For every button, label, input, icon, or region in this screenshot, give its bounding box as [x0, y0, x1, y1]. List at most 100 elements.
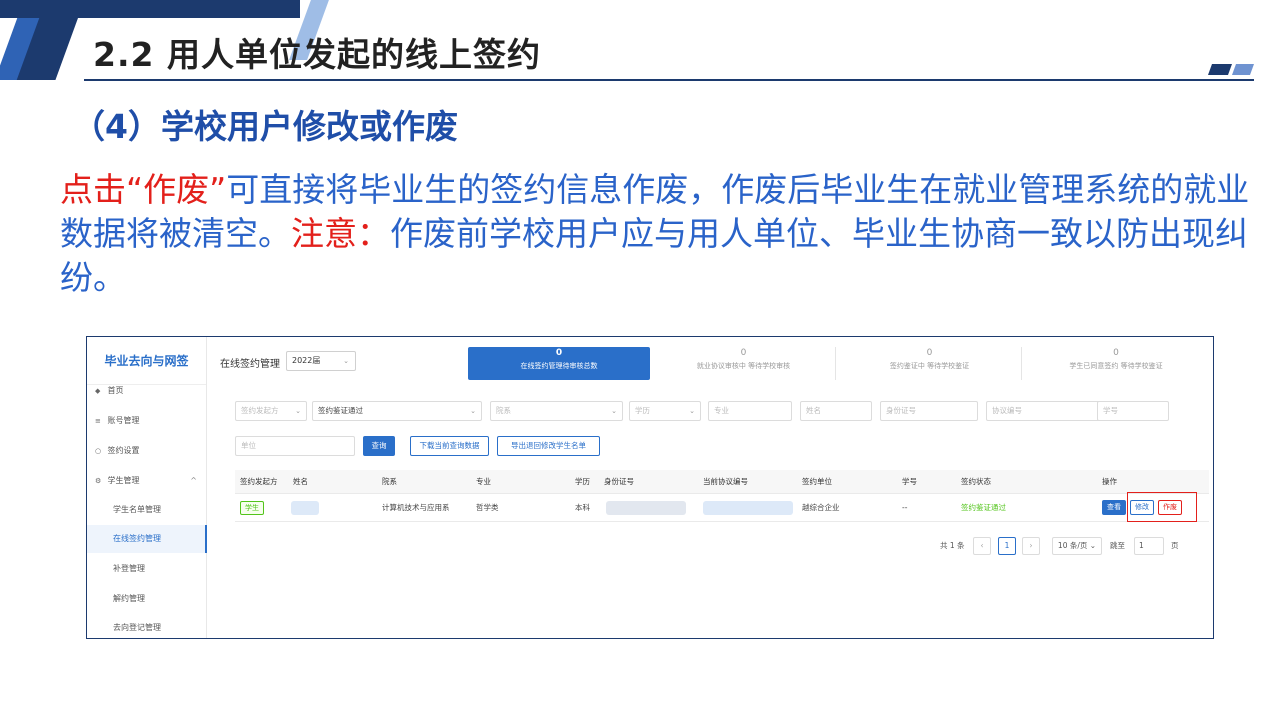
para-highlight: 点击“作废” — [60, 170, 227, 209]
sidebar-item-label: 账号管理 — [107, 416, 140, 425]
initiator-tag: 学生 — [240, 500, 264, 515]
column-header: 院系 — [382, 477, 397, 486]
column-header: 签约状态 — [961, 477, 991, 486]
major-input[interactable]: 专业 — [708, 401, 792, 421]
edit-void-highlight-box — [1127, 492, 1197, 522]
stat-count: 0 — [555, 348, 563, 358]
pager-total: 共 1 条 — [940, 541, 965, 550]
column-header: 专业 — [476, 477, 491, 486]
column-header: 学历 — [575, 477, 590, 486]
select-placeholder: 签约发起方 — [241, 406, 279, 415]
query-button[interactable]: 查询 — [363, 436, 395, 456]
stat-label: 签约鉴证中 等待学校鉴证 — [889, 362, 970, 370]
page-title: 在线签约管理 — [220, 359, 280, 370]
chevron-down-icon: ⌄ — [1089, 541, 1097, 550]
education-cell: 本科 — [575, 503, 590, 512]
education-select[interactable]: 学历 ⌄ — [629, 401, 701, 421]
id-number-input[interactable]: 身份证号 — [880, 401, 978, 421]
stat-count: 0 — [926, 348, 933, 358]
sidebar-item-destination[interactable]: 去向登记管理 — [87, 614, 207, 638]
chevron-down-icon: ⌄ — [470, 407, 476, 415]
unit-input[interactable]: 单位 — [235, 436, 355, 456]
column-header: 身份证号 — [604, 477, 634, 486]
sidebar-item-label: 学生管理 — [107, 476, 140, 485]
page-size-value: 10 条/页 — [1057, 541, 1088, 550]
sidebar-item-label: 首页 — [107, 386, 124, 395]
redacted-agreement-no — [703, 500, 793, 515]
department-select[interactable]: 院系 ⌄ — [490, 401, 623, 421]
circle-icon: ○ — [95, 447, 102, 455]
select-placeholder: 学历 — [635, 406, 650, 415]
pager-next-button[interactable]: › — [1022, 537, 1040, 555]
student-no-input[interactable]: 学号 — [1097, 401, 1169, 421]
sidebar-item-online-sign[interactable]: 在线签约管理 — [87, 525, 207, 553]
sidebar-item-cancel[interactable]: 解约管理 — [87, 585, 207, 613]
department-cell: 计算机技术与应用系 — [382, 503, 450, 512]
stat-card-sign-verification[interactable]: 0 签约鉴证中 等待学校鉴证 — [838, 347, 1022, 380]
top-bar: 在线签约管理 2022届 ⌄ 0 在线签约管理待审核总数 0 就业协议审核中 等待… — [208, 337, 1213, 385]
stat-count: 0 — [740, 348, 747, 358]
stat-card-agreement-review[interactable]: 0 就业协议审核中 等待学校审核 — [652, 347, 836, 380]
decor-corner-mark — [1231, 64, 1255, 75]
chevron-down-icon: ⌄ — [343, 357, 349, 365]
download-data-button[interactable]: 下载当前查询数据 — [410, 436, 489, 456]
sidebar-item-home[interactable]: ◆ 首页 — [87, 377, 207, 405]
table-row: 学生 计算机技术与应用系 哲学类 本科 越综合企业 -- 签约鉴证通过 查看 修… — [235, 494, 1209, 522]
app-screenshot: 毕业去向与网签 ◆ 首页 ≡ 账号管理 ○ 签约设置 ⚙ 学生管理 ^ 学生名单管… — [86, 336, 1214, 639]
export-returned-list-button[interactable]: 导出退回修改学生名单 — [497, 436, 600, 456]
list-icon: ≡ — [95, 417, 101, 425]
initiator-select[interactable]: 签约发起方 ⌄ — [235, 401, 307, 421]
pager-unit-label: 页 — [1171, 541, 1179, 550]
slide-paragraph: 点击“作废”可直接将毕业生的签约信息作废，作废后毕业生在就业管理系统的就业数据将… — [60, 168, 1255, 300]
sidebar-item-label: 签约设置 — [107, 446, 140, 455]
stat-label: 就业协议审核中 等待学校审核 — [696, 362, 791, 370]
column-header: 姓名 — [293, 477, 308, 486]
pager-jump-input[interactable]: 1 — [1134, 537, 1164, 555]
column-header: 签约单位 — [802, 477, 832, 486]
name-cell — [291, 494, 319, 521]
initiator-cell: 学生 — [240, 494, 264, 521]
slide-subtitle: （4）学校用户修改或作废 — [72, 107, 458, 146]
sidebar-item-student[interactable]: ⚙ 学生管理 ^ — [87, 467, 207, 495]
sidebar-item-sign-settings[interactable]: ○ 签约设置 — [87, 437, 207, 465]
table-header: 签约发起方 姓名 院系 专业 学历 身份证号 当前协议编号 签约单位 学号 签约… — [235, 470, 1209, 494]
pager-prev-button[interactable]: ‹ — [973, 537, 991, 555]
year-select[interactable]: 2022届 ⌄ — [286, 351, 356, 371]
redacted-id-number — [606, 500, 686, 515]
agreement-no-cell — [703, 494, 793, 521]
status-select[interactable]: 签约鉴证通过 ⌄ — [312, 401, 482, 421]
sidebar-item-account[interactable]: ≡ 账号管理 — [87, 407, 207, 435]
gear-icon: ⚙ — [95, 477, 102, 485]
stat-label: 学生已同意签约 等待学校鉴证 — [1069, 362, 1163, 370]
name-input[interactable]: 姓名 — [800, 401, 872, 421]
main-content: 在线签约管理 2022届 ⌄ 0 在线签约管理待审核总数 0 就业协议审核中 等待… — [208, 337, 1213, 638]
view-button[interactable]: 查看 — [1102, 500, 1126, 515]
sidebar: 毕业去向与网签 ◆ 首页 ≡ 账号管理 ○ 签约设置 ⚙ 学生管理 ^ 学生名单管… — [87, 337, 207, 638]
column-header: 操作 — [1102, 477, 1117, 486]
redacted-name — [291, 500, 319, 515]
chevron-up-icon: ^ — [190, 476, 197, 485]
pager-jump-label: 跳至 — [1110, 541, 1125, 550]
id-number-cell — [606, 494, 686, 521]
chevron-down-icon: ⌄ — [611, 407, 617, 415]
major-cell: 哲学类 — [476, 503, 499, 512]
unit-cell: 越综合企业 — [802, 503, 840, 512]
status-cell: 签约鉴证通过 — [961, 503, 1006, 512]
stat-card-pending-total[interactable]: 0 在线签约管理待审核总数 — [468, 347, 650, 380]
decor-corner-mark — [1207, 64, 1233, 75]
page-size-select[interactable]: 10 条/页 ⌄ — [1052, 537, 1102, 555]
sidebar-item-student-list[interactable]: 学生名单管理 — [87, 496, 207, 524]
column-header: 当前协议编号 — [703, 477, 748, 486]
home-icon: ◆ — [95, 387, 101, 395]
sidebar-item-supplement[interactable]: 补登管理 — [87, 555, 207, 583]
student-no-cell: -- — [902, 503, 908, 512]
chevron-down-icon: ⌄ — [295, 407, 301, 415]
slide-title: 2.2 用人单位发起的线上签约 — [93, 35, 541, 74]
decor-title-underline — [84, 79, 1254, 81]
column-header: 学号 — [902, 477, 917, 486]
para-highlight: 注意： — [291, 214, 390, 253]
stat-card-student-agreed[interactable]: 0 学生已同意签约 等待学校鉴证 — [1024, 347, 1208, 380]
pager-page-1[interactable]: 1 — [998, 537, 1016, 555]
column-header: 签约发起方 — [240, 477, 278, 486]
year-value: 2022届 — [292, 356, 321, 365]
